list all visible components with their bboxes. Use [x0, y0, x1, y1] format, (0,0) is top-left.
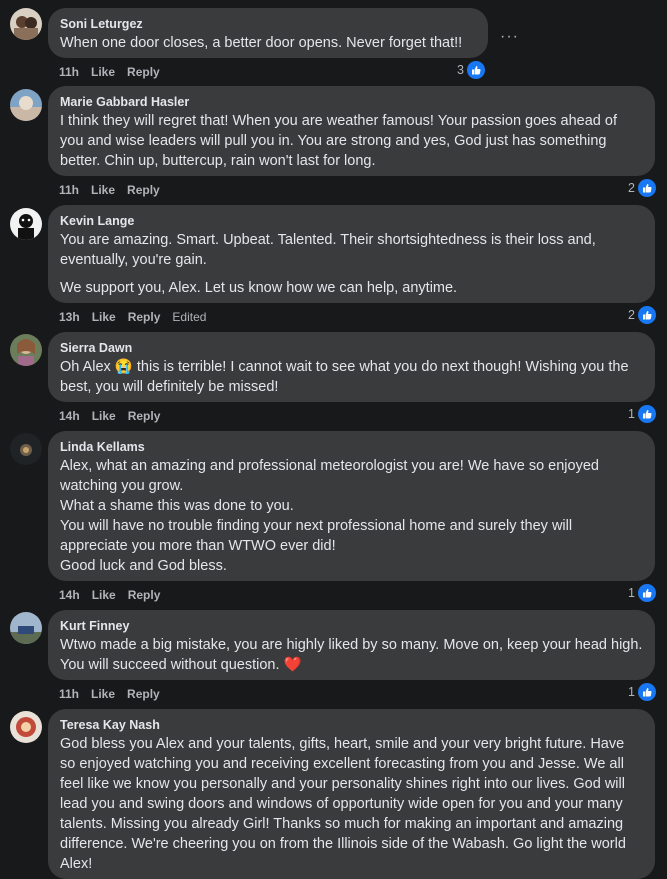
comment-actions: 14h Like Reply: [59, 408, 172, 424]
reply-button[interactable]: Reply: [127, 686, 160, 702]
comment-bubble: Sierra Dawn Oh Alex 😭 this is terrible! …: [48, 332, 655, 402]
avatar[interactable]: [10, 433, 42, 465]
comment-actions: 11h Like Reply: [59, 686, 172, 702]
comment-actions: 11h Like Reply: [59, 64, 172, 80]
reply-button[interactable]: Reply: [127, 182, 160, 198]
reaction-count-value: 3: [457, 63, 464, 77]
avatar[interactable]: [10, 612, 42, 644]
comment-author[interactable]: Soni Leturgez: [60, 16, 476, 32]
avatar[interactable]: [10, 711, 42, 743]
reaction-count[interactable]: 1: [628, 584, 656, 602]
reply-button[interactable]: Reply: [128, 309, 161, 325]
comment-text: We support you, Alex. Let us know how we…: [60, 280, 458, 296]
comment-timestamp[interactable]: 11h: [59, 64, 79, 80]
comment-bubble: Kurt Finney Wtwo made a big mistake, you…: [48, 610, 655, 680]
more-options-icon[interactable]: ···: [500, 28, 519, 46]
comment-author[interactable]: Kurt Finney: [60, 618, 643, 634]
comment-timestamp[interactable]: 11h: [59, 182, 79, 198]
avatar[interactable]: [10, 208, 42, 240]
comment-text: I think they will regret that! When you …: [60, 113, 621, 169]
like-button[interactable]: Like: [91, 686, 115, 702]
comment-text: Oh Alex 😭 this is terrible! I cannot wai…: [60, 359, 633, 395]
like-button[interactable]: Like: [92, 408, 116, 424]
reaction-count-value: 1: [628, 407, 635, 421]
reaction-count-value: 1: [628, 586, 635, 600]
reaction-count-value: 2: [628, 308, 635, 322]
comment-text: When one door closes, a better door open…: [60, 35, 463, 51]
edited-label[interactable]: Edited: [172, 309, 206, 325]
reaction-count-value: 1: [628, 685, 635, 699]
comment-timestamp[interactable]: 13h: [59, 309, 80, 325]
thumbs-up-icon: [638, 405, 656, 423]
avatar[interactable]: [10, 334, 42, 366]
reaction-count[interactable]: 2: [628, 306, 656, 324]
reaction-count[interactable]: 3: [457, 61, 485, 79]
avatar[interactable]: [10, 89, 42, 121]
reaction-count[interactable]: 1: [628, 405, 656, 423]
comment-actions: 13h Like Reply Edited: [59, 309, 218, 325]
thumbs-up-icon: [638, 179, 656, 197]
comment-author[interactable]: Teresa Kay Nash: [60, 717, 643, 733]
comment-text: Alex, what an amazing and professional m…: [60, 458, 599, 574]
like-button[interactable]: Like: [92, 309, 116, 325]
reaction-count[interactable]: 1: [628, 683, 656, 701]
comment-text: You are amazing. Smart. Upbeat. Talented…: [60, 232, 600, 268]
comment-timestamp[interactable]: 14h: [59, 408, 80, 424]
comment-bubble: Teresa Kay Nash God bless you Alex and y…: [48, 709, 655, 879]
avatar[interactable]: [10, 8, 42, 40]
thumbs-up-icon: [638, 306, 656, 324]
comment-author[interactable]: Linda Kellams: [60, 439, 643, 455]
reaction-count[interactable]: 2: [628, 179, 656, 197]
thumbs-up-icon: [638, 683, 656, 701]
reply-button[interactable]: Reply: [127, 64, 160, 80]
like-button[interactable]: Like: [91, 64, 115, 80]
reply-button[interactable]: Reply: [128, 587, 161, 603]
comment-text: God bless you Alex and your talents, gif…: [60, 736, 630, 872]
comment-bubble: Linda Kellams Alex, what an amazing and …: [48, 431, 655, 581]
comment-timestamp[interactable]: 11h: [59, 686, 79, 702]
like-button[interactable]: Like: [92, 587, 116, 603]
thumbs-up-icon: [638, 584, 656, 602]
comment-actions: 14h Like Reply: [59, 587, 172, 603]
reply-button[interactable]: Reply: [128, 408, 161, 424]
comment-actions: 11h Like Reply: [59, 182, 172, 198]
comment-timestamp[interactable]: 14h: [59, 587, 80, 603]
thumbs-up-icon: [467, 61, 485, 79]
comment-bubble: Soni Leturgez When one door closes, a be…: [48, 8, 488, 58]
reaction-count-value: 2: [628, 181, 635, 195]
comment-bubble: Kevin Lange You are amazing. Smart. Upbe…: [48, 205, 655, 303]
comment-text: Wtwo made a big mistake, you are highly …: [60, 637, 647, 673]
comment-bubble: Marie Gabbard Hasler I think they will r…: [48, 86, 655, 176]
like-button[interactable]: Like: [91, 182, 115, 198]
comment-author[interactable]: Sierra Dawn: [60, 340, 643, 356]
comment-author[interactable]: Marie Gabbard Hasler: [60, 94, 643, 110]
comment-author[interactable]: Kevin Lange: [60, 213, 643, 229]
